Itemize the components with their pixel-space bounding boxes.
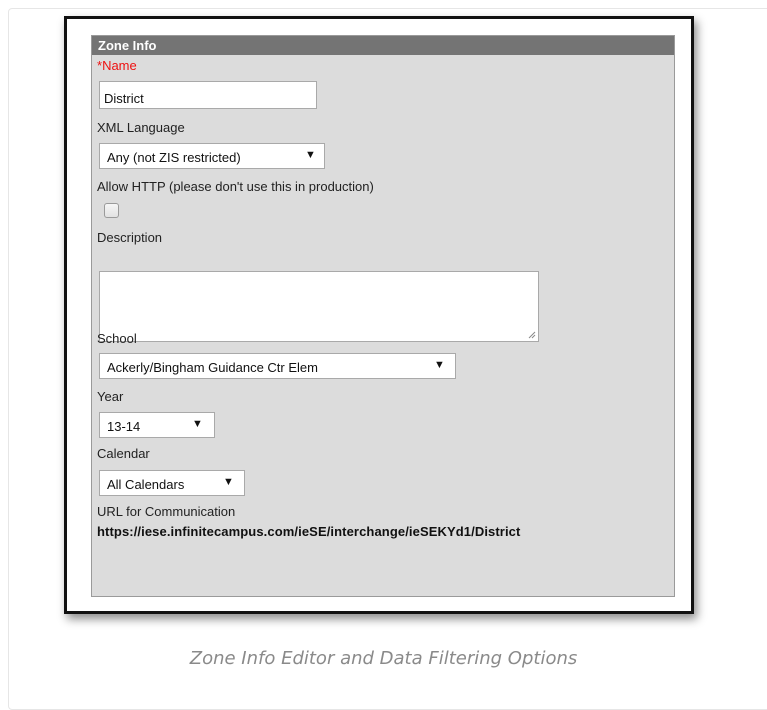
figure-caption: Zone Info Editor and Data Filtering Opti… [189,648,578,669]
name-input[interactable] [99,81,317,109]
calendar-label: Calendar [97,446,150,461]
allow-http-checkbox[interactable] [104,203,119,218]
school-label: School [97,331,137,346]
triangle-down-icon: ▼ [305,149,316,161]
description-textarea[interactable] [99,271,539,342]
zone-info-panel: Zone Info *Name XML Language Any (not ZI… [91,35,675,597]
allow-http-label: Allow HTTP (please don't use this in pro… [97,179,374,194]
triangle-down-icon: ▼ [223,476,234,488]
panel-header: Zone Info [92,36,674,55]
xml-language-select[interactable]: Any (not ZIS restricted) ▼ [99,143,325,169]
url-label: URL for Communication [97,504,236,519]
year-label: Year [97,389,124,404]
school-select[interactable]: Ackerly/Bingham Guidance Ctr Elem ▼ [99,353,456,379]
year-select[interactable]: 13-14 ▼ [99,412,215,438]
year-value: 13-14 [107,419,141,434]
triangle-down-icon: ▼ [192,418,203,430]
name-label: *Name [97,58,137,73]
description-label: Description [97,230,163,245]
xml-language-value: Any (not ZIS restricted) [107,150,241,165]
triangle-down-icon: ▼ [434,359,445,371]
xml-language-label: XML Language [97,120,185,135]
calendar-value: All Calendars [107,477,185,492]
zone-info-screenshot: Zone Info *Name XML Language Any (not ZI… [64,16,694,614]
school-value: Ackerly/Bingham Guidance Ctr Elem [107,360,318,375]
url-value: https://iese.infinitecampus.com/ieSE/int… [97,524,521,539]
resize-grip-icon[interactable] [528,331,536,339]
calendar-select[interactable]: All Calendars ▼ [99,470,245,496]
